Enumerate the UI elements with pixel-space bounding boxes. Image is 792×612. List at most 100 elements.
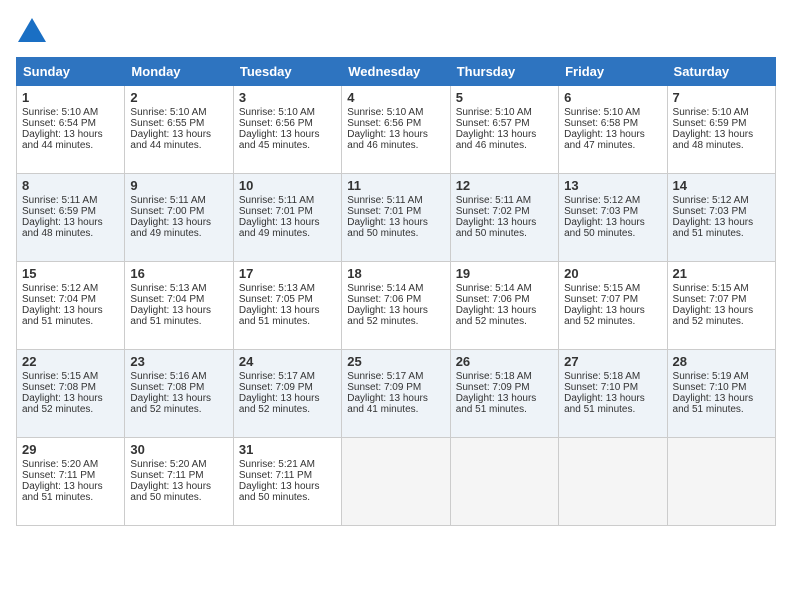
cell-line: Sunset: 6:59 PM — [22, 206, 119, 217]
cell-line: Sunset: 7:04 PM — [22, 294, 119, 305]
cell-day-number: 27 — [564, 354, 661, 369]
calendar-day-header: Wednesday — [342, 58, 450, 86]
cell-day-number: 19 — [456, 266, 553, 281]
cell-line: Daylight: 13 hours — [456, 305, 553, 316]
cell-line: Daylight: 13 hours — [347, 393, 444, 404]
cell-line: Daylight: 13 hours — [130, 217, 227, 228]
cell-day-number: 13 — [564, 178, 661, 193]
cell-line: and 52 minutes. — [22, 404, 119, 415]
cell-line: Daylight: 13 hours — [564, 217, 661, 228]
cell-line: and 45 minutes. — [239, 140, 336, 151]
calendar-cell: 12Sunrise: 5:11 AMSunset: 7:02 PMDayligh… — [450, 174, 558, 262]
calendar-cell: 18Sunrise: 5:14 AMSunset: 7:06 PMDayligh… — [342, 262, 450, 350]
cell-line: Daylight: 13 hours — [456, 393, 553, 404]
cell-line: Sunrise: 5:16 AM — [130, 371, 227, 382]
calendar-cell: 28Sunrise: 5:19 AMSunset: 7:10 PMDayligh… — [667, 350, 775, 438]
cell-line: Sunrise: 5:18 AM — [564, 371, 661, 382]
cell-line: Sunrise: 5:10 AM — [456, 107, 553, 118]
cell-line: Sunset: 6:57 PM — [456, 118, 553, 129]
cell-day-number: 12 — [456, 178, 553, 193]
cell-line: Daylight: 13 hours — [673, 129, 770, 140]
calendar-cell: 11Sunrise: 5:11 AMSunset: 7:01 PMDayligh… — [342, 174, 450, 262]
cell-line: Sunset: 6:58 PM — [564, 118, 661, 129]
cell-day-number: 24 — [239, 354, 336, 369]
cell-line: Sunset: 7:10 PM — [673, 382, 770, 393]
cell-day-number: 10 — [239, 178, 336, 193]
cell-line: Sunset: 6:56 PM — [239, 118, 336, 129]
cell-line: Sunset: 7:04 PM — [130, 294, 227, 305]
calendar-body: 1Sunrise: 5:10 AMSunset: 6:54 PMDaylight… — [17, 86, 776, 526]
calendar-day-header: Sunday — [17, 58, 125, 86]
cell-line: Sunrise: 5:14 AM — [347, 283, 444, 294]
cell-line: Daylight: 13 hours — [22, 129, 119, 140]
calendar-cell: 6 Sunrise: 5:10 AMSunset: 6:58 PMDaylight… — [559, 86, 667, 174]
cell-line: Daylight: 13 hours — [130, 481, 227, 492]
calendar-day-header: Monday — [125, 58, 233, 86]
cell-line: Sunset: 7:03 PM — [673, 206, 770, 217]
calendar-cell — [667, 438, 775, 526]
cell-line: Daylight: 13 hours — [239, 481, 336, 492]
cell-line: Sunset: 6:56 PM — [347, 118, 444, 129]
cell-line: Daylight: 13 hours — [239, 217, 336, 228]
cell-line: Sunset: 7:07 PM — [673, 294, 770, 305]
cell-day-number: 16 — [130, 266, 227, 281]
calendar-week-row: 15Sunrise: 5:12 AMSunset: 7:04 PMDayligh… — [17, 262, 776, 350]
cell-line: Sunset: 6:54 PM — [22, 118, 119, 129]
cell-line: Sunset: 7:02 PM — [456, 206, 553, 217]
cell-line: and 50 minutes. — [564, 228, 661, 239]
cell-day-number: 2 — [130, 90, 227, 105]
cell-line: Daylight: 13 hours — [239, 129, 336, 140]
cell-line: and 50 minutes. — [130, 492, 227, 503]
cell-day-number: 26 — [456, 354, 553, 369]
cell-line: Sunset: 7:03 PM — [564, 206, 661, 217]
cell-day-number: 3 — [239, 90, 336, 105]
cell-line: Sunset: 6:55 PM — [130, 118, 227, 129]
cell-day-number: 17 — [239, 266, 336, 281]
cell-line: Daylight: 13 hours — [347, 217, 444, 228]
cell-line: Daylight: 13 hours — [564, 129, 661, 140]
calendar-day-header: Saturday — [667, 58, 775, 86]
cell-line: Sunset: 7:01 PM — [239, 206, 336, 217]
calendar-cell: 22Sunrise: 5:15 AMSunset: 7:08 PMDayligh… — [17, 350, 125, 438]
calendar-cell — [559, 438, 667, 526]
calendar-cell: 19Sunrise: 5:14 AMSunset: 7:06 PMDayligh… — [450, 262, 558, 350]
cell-day-number: 6 — [564, 90, 661, 105]
calendar-cell: 4Sunrise: 5:10 AMSunset: 6:56 PMDaylight… — [342, 86, 450, 174]
cell-line: Daylight: 13 hours — [239, 393, 336, 404]
calendar-week-row: 8Sunrise: 5:11 AMSunset: 6:59 PMDaylight… — [17, 174, 776, 262]
cell-line: and 44 minutes. — [130, 140, 227, 151]
cell-line: Sunrise: 5:14 AM — [456, 283, 553, 294]
cell-line: Sunrise: 5:10 AM — [347, 107, 444, 118]
page-header — [16, 16, 776, 49]
calendar-cell: 10Sunrise: 5:11 AMSunset: 7:01 PMDayligh… — [233, 174, 341, 262]
cell-line: and 51 minutes. — [456, 404, 553, 415]
cell-line: Sunrise: 5:20 AM — [130, 459, 227, 470]
cell-line: Sunrise: 5:10 AM — [564, 107, 661, 118]
cell-day-number: 29 — [22, 442, 119, 457]
cell-line: Sunrise: 5:10 AM — [239, 107, 336, 118]
cell-day-number: 20 — [564, 266, 661, 281]
calendar-cell: 14Sunrise: 5:12 AMSunset: 7:03 PMDayligh… — [667, 174, 775, 262]
cell-day-number: 30 — [130, 442, 227, 457]
calendar-cell: 20Sunrise: 5:15 AMSunset: 7:07 PMDayligh… — [559, 262, 667, 350]
calendar-cell: 21Sunrise: 5:15 AMSunset: 7:07 PMDayligh… — [667, 262, 775, 350]
cell-day-number: 7 — [673, 90, 770, 105]
cell-line: Sunrise: 5:12 AM — [22, 283, 119, 294]
cell-line: and 41 minutes. — [347, 404, 444, 415]
cell-line: Sunset: 7:10 PM — [564, 382, 661, 393]
cell-line: Daylight: 13 hours — [130, 129, 227, 140]
cell-day-number: 8 — [22, 178, 119, 193]
cell-line: and 52 minutes. — [456, 316, 553, 327]
calendar-cell — [450, 438, 558, 526]
calendar-header-row: SundayMondayTuesdayWednesdayThursdayFrid… — [17, 58, 776, 86]
cell-line: and 51 minutes. — [673, 404, 770, 415]
cell-day-number: 11 — [347, 178, 444, 193]
cell-line: Sunrise: 5:20 AM — [22, 459, 119, 470]
cell-line: Sunrise: 5:17 AM — [239, 371, 336, 382]
cell-line: Sunset: 6:59 PM — [673, 118, 770, 129]
cell-day-number: 18 — [347, 266, 444, 281]
cell-line: Sunrise: 5:15 AM — [564, 283, 661, 294]
cell-line: Daylight: 13 hours — [456, 129, 553, 140]
calendar-cell: 23Sunrise: 5:16 AMSunset: 7:08 PMDayligh… — [125, 350, 233, 438]
cell-line: Sunset: 7:06 PM — [347, 294, 444, 305]
